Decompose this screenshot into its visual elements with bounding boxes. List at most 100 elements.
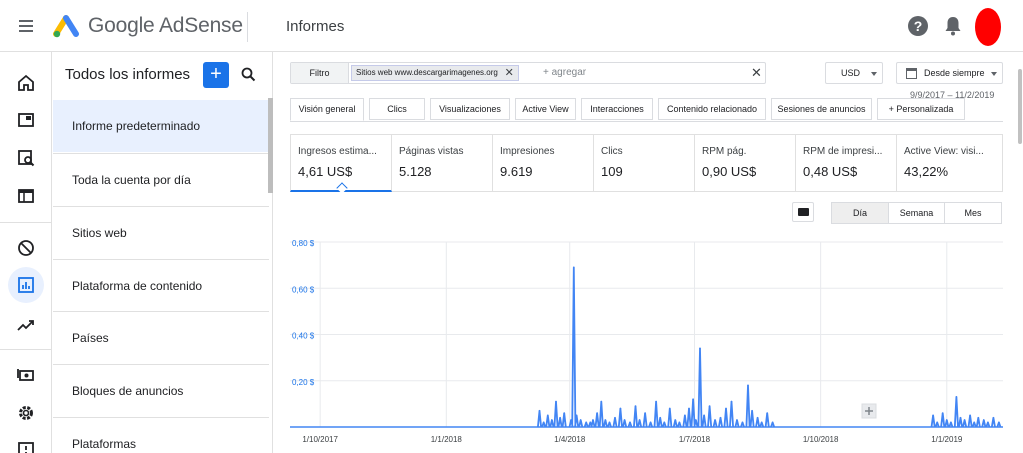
data-point [992,416,995,419]
nav-rail [0,52,52,453]
report-item-default[interactable]: Informe predeterminado [53,100,269,152]
tab-related-content[interactable]: Contenido relacionado [658,98,766,120]
header-divider [247,12,248,42]
granularity-day[interactable]: Día [831,202,889,224]
tab-custom[interactable]: + Personalizada [877,98,965,120]
chip-close-icon[interactable]: ✕ [505,66,514,80]
tab-views[interactable]: Visualizaciones [430,98,510,120]
search-icon[interactable] [239,65,259,85]
date-range-select[interactable]: Desde siempre [896,62,1003,84]
data-point [579,419,582,421]
data-point [708,405,711,407]
data-point [699,347,701,350]
metric-card-earnings[interactable]: Ingresos estima... 4,61 US$ [290,134,392,194]
tab-ad-sessions[interactable]: Sesiones de anuncios [771,98,872,120]
metric-label: Ingresos estima... [298,146,377,157]
reports-icon[interactable] [8,267,44,303]
data-point [983,419,985,421]
site-search-icon[interactable] [8,140,44,176]
report-item-sites[interactable]: Sitios web [53,206,269,258]
page-scrollbar[interactable] [1018,69,1022,144]
tab-clicks[interactable]: Clics [369,98,425,120]
data-point [600,400,603,403]
granularity-month[interactable]: Mes [944,202,1002,224]
data-point [973,421,976,424]
feedback-icon[interactable] [8,432,44,453]
metric-card-page-views[interactable]: Páginas vistas 5.128 [392,134,493,192]
data-point [559,416,561,419]
trending-icon[interactable] [8,307,44,343]
report-item-account-by-day[interactable]: Toda la cuenta por día [53,153,269,205]
data-point [955,396,958,398]
data-point [573,266,575,269]
x-tick-label: 1/10/2017 [302,435,338,444]
metric-value: 109 [601,164,623,179]
y-tick-label: 0,40 $ [292,332,315,341]
metric-card-impression-rpm[interactable]: RPM de impresi... 0,48 US$ [796,134,897,192]
date-range-label: Desde siempre [924,68,985,78]
y-tick-label: 0,20 $ [292,378,315,387]
report-item-content-platform[interactable]: Plataforma de contenido [53,259,269,311]
metric-card-page-rpm[interactable]: RPM pág. 0,90 US$ [695,134,796,192]
data-point [644,412,646,414]
chart-svg: 0,80 $ 0,60 $ 0,40 $ 0,20 $ 1/10/2017 1/1/201… [290,239,1003,444]
data-point [756,416,759,419]
report-item-ad-units[interactable]: Bloques de anuncios [53,364,269,416]
app-brand[interactable]: Google AdSense [88,14,243,38]
data-point [998,421,1000,424]
clear-filter-icon[interactable]: ✕ [751,63,762,83]
metric-card-active-view[interactable]: Active View: visi... 43,22% [897,134,1003,192]
data-point [719,416,722,419]
overview-content: Ingresos estima... 4,61 US$ Páginas vist… [290,121,1003,453]
data-point [969,414,971,417]
x-tick-label: 1/10/2018 [803,435,839,444]
add-filter-input[interactable]: + agregar [543,63,586,83]
avatar[interactable] [975,8,1001,46]
filter-button[interactable]: Filtro [291,63,349,83]
add-report-button[interactable]: + [203,62,229,88]
data-point [695,419,697,421]
ads-icon[interactable] [8,102,44,138]
reports-scrollbar[interactable] [268,98,273,193]
data-point [950,421,952,424]
rail-divider [0,222,52,223]
filter-chip[interactable]: Sitios web www.descargarimagenes.org ✕ [351,65,519,81]
data-point [771,421,774,424]
data-point [649,421,652,424]
payments-icon[interactable] [8,357,44,393]
data-point [575,414,578,417]
block-icon[interactable] [8,230,44,266]
data-point [932,414,934,417]
tab-overview[interactable]: Visión general [290,98,364,121]
metric-label: RPM pág. [702,146,747,157]
x-tick-label: 1/1/2019 [931,435,963,444]
report-item-countries[interactable]: Países [53,311,269,363]
annotation-icon[interactable] [792,202,814,222]
metric-label: Active View: visi... [904,146,984,157]
settings-icon[interactable] [8,395,44,431]
adsense-logo-icon[interactable] [52,12,80,40]
tab-active-view[interactable]: Active View [515,98,576,120]
data-point [555,400,557,403]
filter-bar: Filtro Sitios web www.descargarimagenes.… [290,62,766,84]
data-point [663,421,666,424]
data-point [619,407,622,410]
menu-icon[interactable] [14,14,38,38]
metric-value: 4,61 US$ [298,164,353,179]
data-point [747,384,749,387]
data-point [941,412,944,414]
granularity-week[interactable]: Semana [888,202,945,224]
data-point [692,398,694,401]
y-tick-label: 0,60 $ [292,285,315,294]
metric-card-impressions[interactable]: Impresiones 9.619 [493,134,594,192]
report-item-platforms[interactable]: Plataformas [53,417,269,453]
currency-select[interactable]: USD [825,62,883,84]
help-icon[interactable]: ? [908,16,928,36]
browser-icon[interactable] [8,178,44,214]
home-icon[interactable] [8,65,44,101]
tab-interactions[interactable]: Interacciones [581,98,653,120]
metric-card-clicks[interactable]: Clics 109 [594,134,695,192]
data-point [592,419,594,421]
bell-icon[interactable] [943,15,963,37]
data-point [688,407,690,410]
